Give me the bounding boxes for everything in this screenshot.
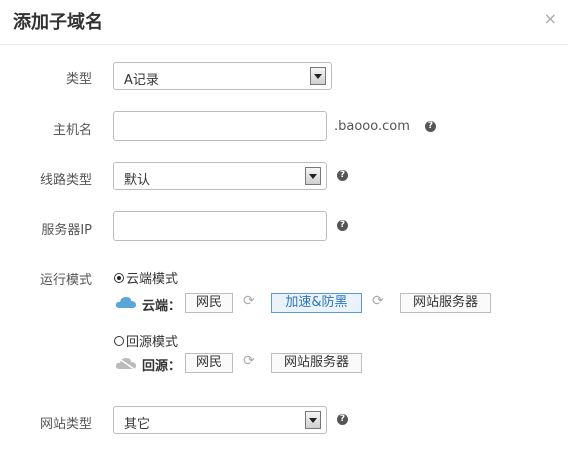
chevron-down-icon[interactable] — [305, 167, 321, 185]
chevron-down-icon[interactable] — [305, 411, 321, 429]
origin-flow-label: 回源： — [142, 359, 182, 374]
host-input[interactable] — [113, 111, 327, 141]
help-icon[interactable]: ? — [425, 121, 436, 132]
dialog-title: 添加子域名 — [13, 12, 103, 33]
server-ip-label: 服务器IP — [41, 223, 92, 238]
server-ip-input[interactable] — [113, 211, 327, 241]
radio-unchecked-icon[interactable] — [114, 336, 124, 346]
sync-icon: ⟳ — [243, 353, 255, 369]
sync-icon: ⟳ — [372, 293, 384, 309]
close-icon[interactable]: × — [544, 9, 557, 28]
chevron-down-icon[interactable] — [310, 67, 326, 85]
help-icon[interactable]: ? — [337, 170, 348, 181]
site-type-label: 网站类型 — [39, 417, 92, 432]
origin-node-server: 网站服务器 — [271, 353, 362, 373]
add-subdomain-dialog: 添加子域名 × 类型 A记录 主机名 .baooo.com ? 线路类型 默认 … — [0, 0, 568, 464]
cloud-icon — [115, 297, 136, 308]
record-type-value: A记录 — [124, 73, 159, 88]
site-type-value: 其它 — [124, 417, 151, 432]
cloud-node-netizen: 网民 — [185, 293, 233, 313]
host-label: 主机名 — [52, 123, 92, 138]
cloud-mode-option: 云端模式 — [126, 272, 179, 287]
origin-mode-radio[interactable]: 回源模式 — [114, 331, 178, 350]
line-type-select[interactable]: 默认 — [113, 162, 327, 190]
site-type-select[interactable]: 其它 — [113, 406, 327, 434]
cloud-mode-radio[interactable]: 云端模式 — [114, 268, 178, 287]
divider — [0, 44, 568, 45]
radio-checked-icon[interactable] — [114, 273, 124, 283]
help-icon[interactable]: ? — [337, 414, 348, 425]
cloud-node-accelerate: 加速&防黑 — [271, 293, 362, 313]
sync-icon: ⟳ — [243, 293, 255, 309]
origin-mode-option: 回源模式 — [126, 335, 179, 350]
cloud-off-icon — [115, 357, 136, 370]
cloud-node-server: 网站服务器 — [400, 293, 491, 313]
domain-suffix: .baooo.com — [334, 119, 410, 134]
run-mode-label: 运行模式 — [39, 273, 92, 288]
help-icon[interactable]: ? — [337, 220, 348, 231]
origin-node-netizen: 网民 — [185, 353, 233, 373]
line-type-label: 线路类型 — [39, 173, 92, 188]
line-type-value: 默认 — [124, 173, 151, 188]
cloud-flow-label: 云端： — [142, 299, 182, 314]
record-type-label: 类型 — [65, 72, 92, 87]
record-type-select[interactable]: A记录 — [113, 62, 332, 90]
